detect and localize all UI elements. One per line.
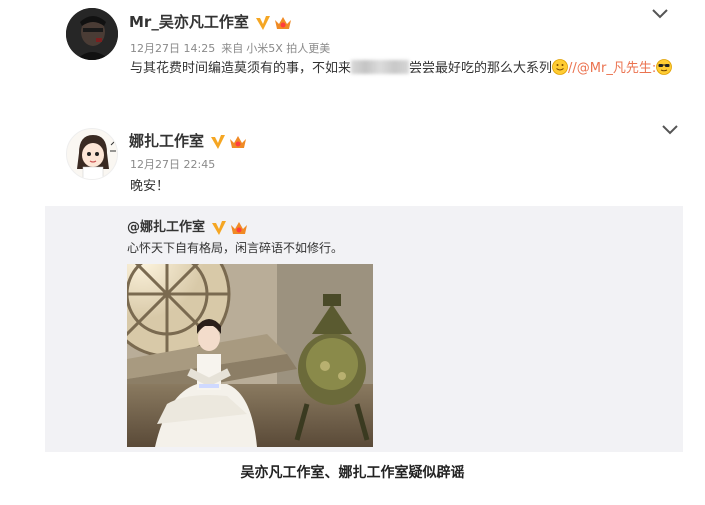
vip-crown-icon[interactable] <box>230 220 248 236</box>
blurred-censored-text <box>351 60 410 74</box>
verified-v-icon <box>211 134 226 149</box>
repost-text: 心怀天下自有格局，闲言碎语不如修行。 <box>127 241 344 255</box>
verified-v-icon <box>255 15 270 30</box>
post2-meta: 12月27日 22:45 <box>130 156 221 172</box>
post1-from-label: 来自 <box>221 42 244 55</box>
post2-time[interactable]: 12月27日 22:45 <box>130 158 215 171</box>
post1-time[interactable]: 12月27日 14:25 <box>130 42 215 55</box>
post1-author-line: Mr_吴亦凡工作室 <box>129 11 292 32</box>
post2-author-line: 娜扎工作室 <box>129 130 247 151</box>
avatar-nazha-cartoon-image <box>67 129 117 179</box>
post2-author-name[interactable]: 娜扎工作室 <box>129 132 204 150</box>
chevron-down-icon[interactable] <box>661 124 679 136</box>
smile-emoji-icon <box>552 59 568 75</box>
weibo-post-1: Mr_吴亦凡工作室 12月27日 14:25 来自 小米5X 拍人更美 与其花费时间… <box>0 0 705 118</box>
post1-device[interactable]: 小米5X 拍人更美 <box>246 42 330 55</box>
post1-mention-link[interactable]: //@Mr_凡先生: <box>568 61 656 76</box>
image-caption: 吴亦凡工作室、娜扎工作室疑似辟谣 <box>240 465 465 481</box>
weibo-post-2: 娜扎工作室 12月27日 22:45 晚安！ @娜扎工作室 心怀天下自有格局，闲… <box>0 118 705 458</box>
photo-woman-meditating-image <box>127 264 373 447</box>
post1-meta: 12月27日 14:25 来自 小米5X 拍人更美 <box>130 40 336 56</box>
reposted-content[interactable]: @娜扎工作室 心怀天下自有格局，闲言碎语不如修行。 <box>45 206 683 452</box>
vip-crown-icon[interactable] <box>274 15 292 31</box>
post1-text-before: 与其花费时间编造莫须有的事，不如来 <box>130 61 352 76</box>
avatar-mr-wu[interactable] <box>66 8 118 60</box>
vip-crown-icon[interactable] <box>229 134 247 150</box>
cool-emoji-icon <box>656 59 673 75</box>
repost-photo[interactable] <box>127 264 373 447</box>
repost-author-link[interactable]: @娜扎工作室 <box>127 220 205 235</box>
chevron-down-icon[interactable] <box>651 8 669 20</box>
avatar-nazha[interactable] <box>66 128 118 180</box>
post1-author-name[interactable]: Mr_吴亦凡工作室 <box>129 13 249 31</box>
post1-text-after: 尝尝最好吃的那么大系列 <box>409 61 553 76</box>
verified-v-icon <box>212 220 227 235</box>
post1-text: 与其花费时间编造莫须有的事，不如来 尝尝最好吃的那么大系列 //@Mr_凡先生: <box>130 58 675 80</box>
avatar-mr-wu-image <box>66 8 118 60</box>
repost-author-line: @娜扎工作室 <box>127 216 248 236</box>
post2-text: 晚安！ <box>130 179 170 194</box>
